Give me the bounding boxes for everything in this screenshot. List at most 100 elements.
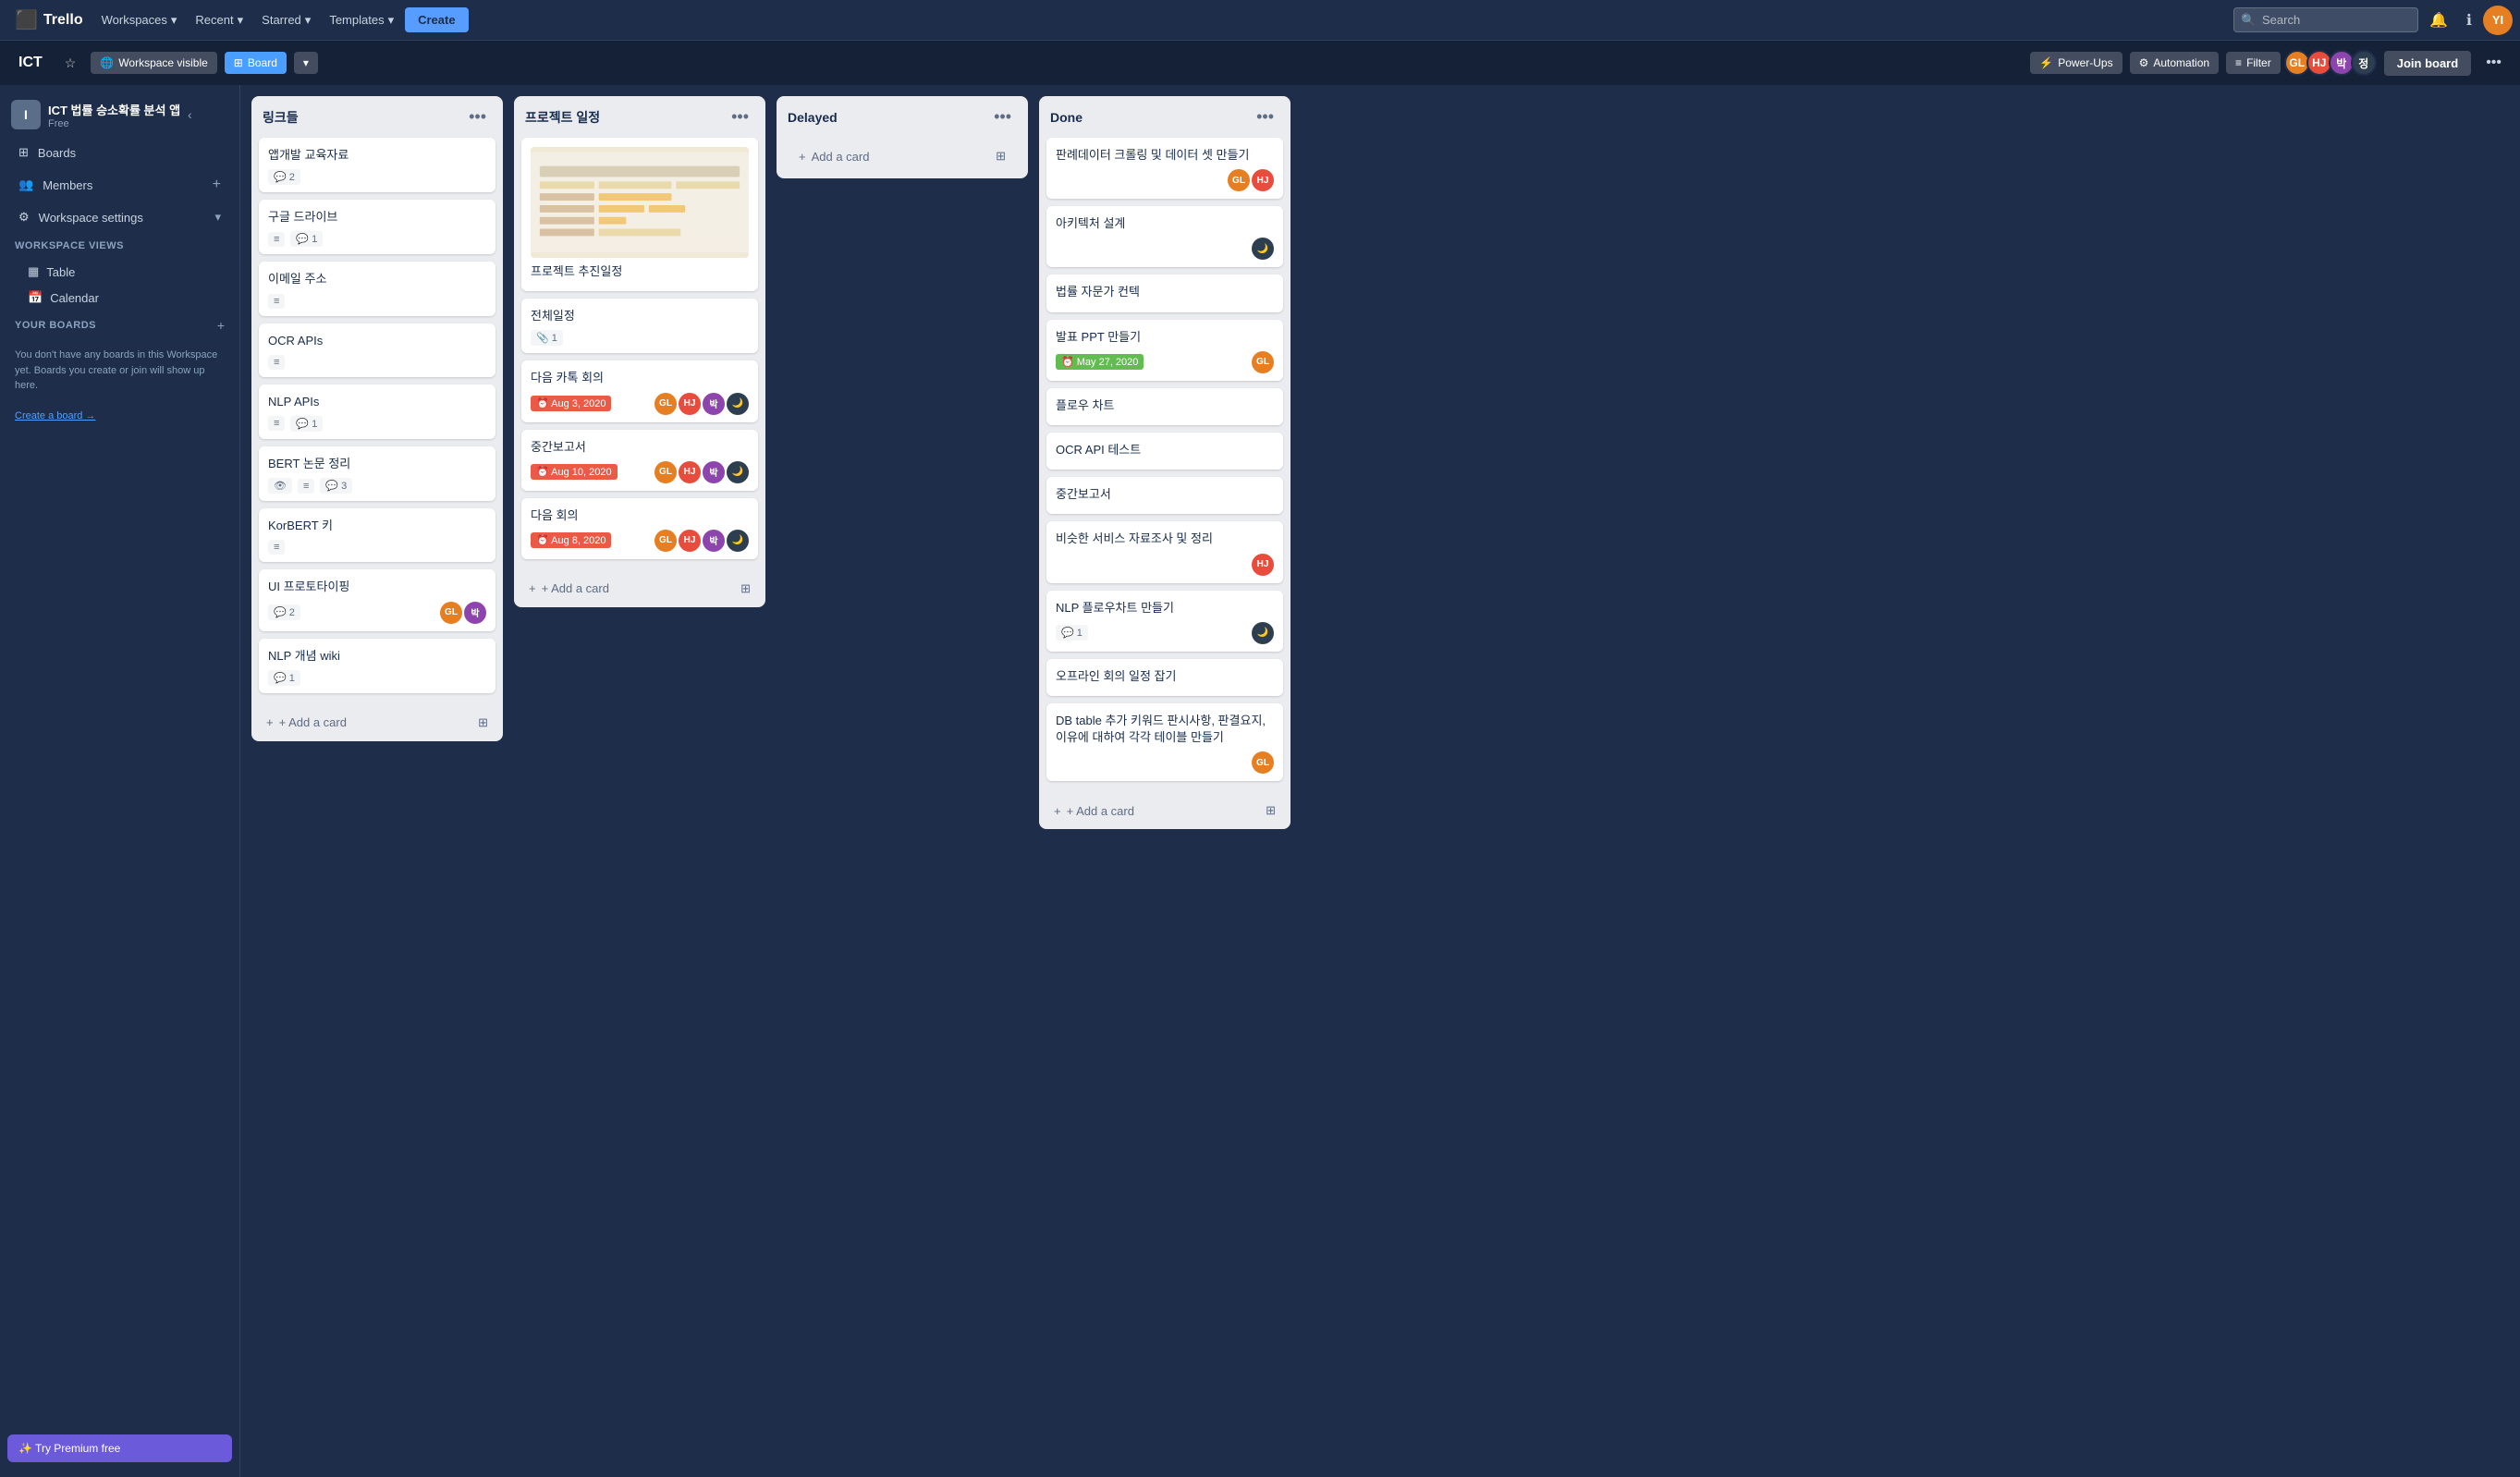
- column-done: Done ••• 판례데이터 크롤링 및 데이터 셋 만들기 GL HJ 아키텍…: [1039, 96, 1291, 829]
- search-wrap: 🔍: [2233, 7, 2418, 32]
- boards-icon: ⊞: [18, 145, 29, 160]
- card-ocr-test[interactable]: OCR API 테스트: [1046, 433, 1283, 470]
- starred-menu[interactable]: Starred ▾: [254, 9, 318, 31]
- members-icon: 👥: [18, 177, 33, 192]
- try-premium-button[interactable]: ✨ Try Premium free: [7, 1434, 232, 1462]
- automation-icon: ⚙: [2139, 56, 2149, 69]
- card-ocr-apis[interactable]: OCR APIs ≡: [259, 323, 495, 377]
- column-schedule-menu[interactable]: •••: [726, 105, 754, 128]
- card-full-schedule[interactable]: 전체일정 📎 1: [521, 299, 758, 353]
- board-icon: ⊞: [234, 56, 243, 69]
- automation-button[interactable]: ⚙ Automation: [2130, 52, 2219, 74]
- card-legal-consult[interactable]: 법률 자문가 컨텍: [1046, 275, 1283, 311]
- card-midterm[interactable]: 중간보고서 ⏰ Aug 10, 2020 GL HJ 박 🌙: [521, 430, 758, 491]
- column-done-title: Done: [1050, 110, 1251, 125]
- workspace-views-header: Workspace views: [0, 233, 239, 259]
- column-links-menu[interactable]: •••: [463, 105, 492, 128]
- board-button[interactable]: ⊞ Board: [225, 52, 287, 74]
- sidebar-item-workspace-settings[interactable]: ⚙ Workspace settings ▾: [4, 202, 236, 232]
- card-db-table[interactable]: DB table 추가 키워드 판시사항, 판결요지, 이유에 대하여 각각 테…: [1046, 703, 1283, 781]
- main-layout: I ICT 법률 승소확률 분석 앱 Free ‹ ⊞ Boards 👥 Mem…: [0, 85, 2520, 1477]
- help-button[interactable]: ℹ: [2459, 7, 2479, 33]
- column-done-menu[interactable]: •••: [1251, 105, 1279, 128]
- column-links-header: 링크들 •••: [251, 96, 503, 134]
- board-title: ICT: [11, 51, 50, 75]
- workspaces-menu[interactable]: Workspaces ▾: [94, 9, 185, 31]
- card-flowchart[interactable]: 플로우 차트: [1046, 388, 1283, 425]
- column-delayed: Delayed ••• + Add a card ⊞: [777, 96, 1028, 178]
- search-input[interactable]: [2233, 7, 2418, 32]
- date-badge: ⏰ Aug 10, 2020: [531, 464, 618, 480]
- sidebar-item-calendar[interactable]: 📅 Calendar: [0, 285, 239, 311]
- trello-logo[interactable]: ⬛ Trello: [7, 8, 91, 31]
- card-image: [531, 147, 749, 258]
- trello-logo-icon: ⬛: [15, 8, 38, 31]
- card-nlp-wiki[interactable]: NLP 개념 wiki 💬 1: [259, 639, 495, 693]
- add-card-done[interactable]: + + Add a card ⊞: [1043, 796, 1287, 825]
- column-delayed-title: Delayed: [788, 110, 988, 125]
- column-done-header: Done •••: [1039, 96, 1291, 134]
- card-email[interactable]: 이메일 주소 ≡: [259, 262, 495, 315]
- your-boards-header: Your boards +: [0, 311, 239, 340]
- card-nlp-flowchart[interactable]: NLP 플로우차트 만들기 💬 1 🌙: [1046, 591, 1283, 652]
- column-delayed-menu[interactable]: •••: [988, 105, 1017, 128]
- templates-menu[interactable]: Templates ▾: [322, 9, 401, 31]
- sidebar-collapse-button[interactable]: ‹: [188, 107, 192, 122]
- sidebar-item-members[interactable]: 👥 Members +: [4, 169, 236, 201]
- column-schedule-header: 프로젝트 일정 •••: [514, 96, 765, 134]
- add-card-links[interactable]: + + Add a card ⊞: [255, 708, 499, 738]
- powerups-icon: ⚡: [2039, 56, 2053, 69]
- customize-button[interactable]: ▾: [294, 52, 318, 74]
- add-member-button[interactable]: +: [213, 177, 221, 193]
- date-badge: ⏰ Aug 3, 2020: [531, 396, 611, 411]
- card-ppt[interactable]: 발표 PPT 만들기 ⏰ May 27, 2020 GL: [1046, 320, 1283, 381]
- card-midterm-done[interactable]: 중간보고서: [1046, 477, 1283, 514]
- workspace-name: ICT 법률 승소확률 분석 앱: [48, 101, 180, 118]
- sidebar-footer: ✨ Try Premium free: [0, 1427, 239, 1470]
- create-button[interactable]: Create: [405, 7, 468, 32]
- power-ups-button[interactable]: ⚡ Power-Ups: [2030, 52, 2122, 74]
- star-button[interactable]: ☆: [57, 52, 84, 75]
- recent-menu[interactable]: Recent ▾: [188, 9, 251, 31]
- top-nav: ⬛ Trello Workspaces ▾ Recent ▾ Starred ▾…: [0, 0, 2520, 41]
- add-card-template-icon: ⊞: [1266, 803, 1276, 818]
- column-schedule-title: 프로젝트 일정: [525, 108, 726, 127]
- card-ui-proto[interactable]: UI 프로토타이핑 💬 2 GL 박: [259, 569, 495, 630]
- workspace-info: ICT 법률 승소확률 분석 앱 Free: [48, 101, 180, 129]
- member-avatars: GL HJ 박 정: [2288, 50, 2377, 76]
- join-board-button[interactable]: Join board: [2384, 51, 2471, 76]
- workspace-visible-button[interactable]: 🌐 Workspace visible: [91, 52, 216, 74]
- card-bert[interactable]: BERT 논문 정리 👁 ≡ 💬 3: [259, 446, 495, 501]
- card-project-plan[interactable]: 프로젝트 추진일정: [521, 138, 758, 291]
- sidebar-item-boards[interactable]: ⊞ Boards: [4, 138, 236, 167]
- add-card-delayed-top[interactable]: + Add a card ⊞: [788, 141, 1017, 171]
- card-next-meeting[interactable]: 다음 회의 ⏰ Aug 8, 2020 GL HJ 박 🌙: [521, 498, 758, 559]
- column-delayed-header: Delayed •••: [777, 96, 1028, 134]
- no-boards-message: You don't have any boards in this Worksp…: [0, 340, 239, 432]
- card-appdevel[interactable]: 앱개발 교육자료 💬 2: [259, 138, 495, 192]
- add-card-schedule[interactable]: + + Add a card ⊞: [518, 574, 762, 604]
- member-avatar-jung[interactable]: 정: [2351, 50, 2377, 76]
- table-icon: ▦: [28, 264, 39, 279]
- column-links-title: 링크들: [263, 108, 463, 127]
- date-badge: ⏰ Aug 8, 2020: [531, 532, 611, 548]
- more-options-button[interactable]: •••: [2478, 51, 2509, 75]
- card-nlp-apis[interactable]: NLP APIs ≡ 💬 1: [259, 385, 495, 439]
- notification-button[interactable]: 🔔: [2422, 7, 2455, 33]
- card-offline-meeting[interactable]: 오프라인 회의 일정 잡기: [1046, 659, 1283, 696]
- workspace-header: I ICT 법률 승소확률 분석 앱 Free ‹: [0, 92, 239, 137]
- card-similar-service[interactable]: 비슷한 서비스 자료조사 및 정리 HJ: [1046, 521, 1283, 582]
- add-board-button[interactable]: +: [217, 318, 225, 333]
- date-badge: ⏰ May 27, 2020: [1056, 354, 1144, 370]
- card-next-kakao[interactable]: 다음 카톡 회의 ⏰ Aug 3, 2020 GL HJ 박 🌙: [521, 360, 758, 421]
- user-avatar[interactable]: YI: [2483, 6, 2513, 35]
- create-board-link[interactable]: Create a board →: [15, 410, 95, 421]
- filter-button[interactable]: ≡ Filter: [2226, 52, 2281, 74]
- card-avatar: 박: [703, 393, 725, 415]
- sidebar-item-table[interactable]: ▦ Table: [0, 259, 239, 285]
- card-gdrive[interactable]: 구글 드라이브 ≡ 💬 1: [259, 200, 495, 254]
- card-korbert[interactable]: KorBERT 키 ≡: [259, 508, 495, 562]
- column-schedule: 프로젝트 일정 •••: [514, 96, 765, 607]
- card-architecture[interactable]: 아키텍처 설계 🌙: [1046, 206, 1283, 267]
- card-pandas-crawl[interactable]: 판례데이터 크롤링 및 데이터 셋 만들기 GL HJ: [1046, 138, 1283, 199]
